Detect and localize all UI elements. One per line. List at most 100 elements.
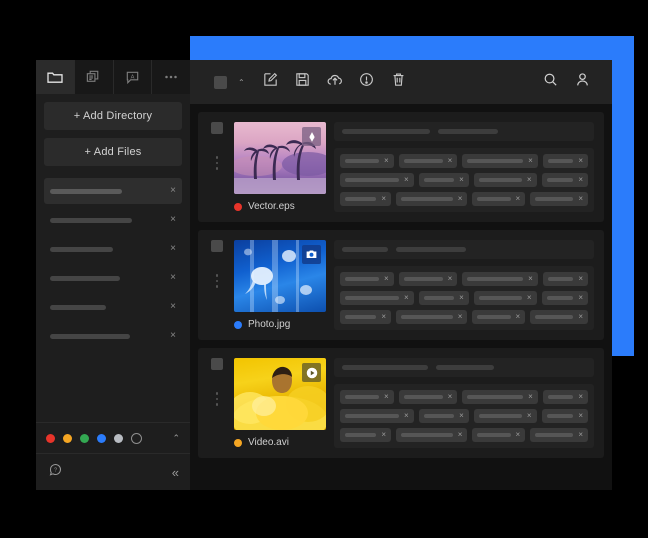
tag-chip[interactable]: ×	[340, 154, 394, 168]
tag-chip[interactable]: ×	[543, 390, 588, 404]
drag-handle-icon[interactable]	[216, 156, 219, 170]
drag-handle-icon[interactable]	[216, 274, 219, 288]
row-checkbox[interactable]	[211, 358, 223, 370]
tag-remove-button[interactable]: ×	[528, 157, 533, 165]
tag-chip[interactable]: ×	[340, 409, 414, 423]
tag-chip[interactable]: ×	[462, 154, 537, 168]
tag-chip[interactable]: ×	[474, 409, 537, 423]
tag-chip[interactable]: ×	[396, 310, 467, 324]
add-files-button[interactable]: + Add Files	[44, 138, 182, 166]
tag-chip[interactable]: ×	[340, 272, 394, 286]
tab-text[interactable]: A	[114, 60, 153, 94]
tag-remove-button[interactable]: ×	[448, 275, 453, 283]
tag-remove-button[interactable]: ×	[458, 431, 463, 439]
tag-remove-button[interactable]: ×	[516, 195, 521, 203]
tag-remove-button[interactable]: ×	[458, 195, 463, 203]
tag-remove-button[interactable]: ×	[578, 431, 583, 439]
list-item[interactable]: ×	[44, 207, 182, 233]
list-item-remove-button[interactable]: ×	[170, 273, 176, 283]
file-row[interactable]: Vector.eps××××××××××××	[198, 112, 604, 222]
tag-chip[interactable]: ×	[399, 272, 458, 286]
tag-chip[interactable]: ×	[340, 173, 414, 187]
tag-remove-button[interactable]: ×	[458, 313, 463, 321]
tag-chip[interactable]: ×	[419, 409, 469, 423]
tab-folder[interactable]	[36, 60, 75, 94]
file-thumbnail[interactable]	[234, 122, 326, 194]
tag-chip[interactable]: ×	[542, 291, 588, 305]
color-swatch-red[interactable]	[46, 434, 55, 443]
drag-handle-icon[interactable]	[216, 392, 219, 406]
collapse-panel-button[interactable]: «	[172, 465, 178, 480]
tag-remove-button[interactable]: ×	[459, 176, 464, 184]
list-item[interactable]: ×	[44, 294, 182, 320]
file-thumbnail[interactable]	[234, 358, 326, 430]
tag-chip[interactable]: ×	[340, 310, 391, 324]
list-item-remove-button[interactable]: ×	[170, 186, 176, 196]
tag-chip[interactable]: ×	[340, 192, 391, 206]
tag-chip[interactable]: ×	[530, 310, 588, 324]
tag-remove-button[interactable]: ×	[527, 176, 532, 184]
list-item-remove-button[interactable]: ×	[170, 244, 176, 254]
chevron-up-icon[interactable]: ⌃	[172, 433, 180, 444]
row-checkbox[interactable]	[211, 240, 223, 252]
tag-remove-button[interactable]: ×	[459, 294, 464, 302]
color-swatch-blue[interactable]	[97, 434, 106, 443]
tag-remove-button[interactable]: ×	[578, 294, 583, 302]
tag-remove-button[interactable]: ×	[384, 393, 389, 401]
list-item[interactable]: ×	[44, 323, 182, 349]
tag-remove-button[interactable]: ×	[448, 157, 453, 165]
tag-remove-button[interactable]: ×	[404, 176, 409, 184]
tag-chip[interactable]: ×	[399, 154, 458, 168]
tag-remove-button[interactable]: ×	[404, 294, 409, 302]
tag-remove-button[interactable]: ×	[459, 412, 464, 420]
tag-remove-button[interactable]: ×	[516, 431, 521, 439]
tag-chip[interactable]: ×	[543, 272, 588, 286]
tag-chip[interactable]: ×	[542, 173, 588, 187]
tag-remove-button[interactable]: ×	[578, 195, 583, 203]
tag-remove-button[interactable]: ×	[578, 393, 583, 401]
tag-chip[interactable]: ×	[396, 192, 467, 206]
tag-chip[interactable]: ×	[396, 428, 467, 442]
tag-chip[interactable]: ×	[340, 291, 414, 305]
file-row[interactable]: Video.avi××××××××××××	[198, 348, 604, 458]
tag-remove-button[interactable]: ×	[404, 412, 409, 420]
tag-remove-button[interactable]: ×	[384, 275, 389, 283]
tag-chip[interactable]: ×	[472, 192, 525, 206]
edit-button[interactable]	[255, 66, 287, 98]
list-item[interactable]: ×	[44, 265, 182, 291]
info-button[interactable]	[351, 66, 383, 98]
list-item-remove-button[interactable]: ×	[170, 215, 176, 225]
tag-chip[interactable]: ×	[419, 291, 469, 305]
tag-remove-button[interactable]: ×	[578, 157, 583, 165]
color-swatch-gray[interactable]	[114, 434, 123, 443]
add-directory-button[interactable]: + Add Directory	[44, 102, 182, 130]
tag-chip[interactable]: ×	[474, 291, 537, 305]
select-all-checkbox[interactable]	[204, 66, 236, 98]
tag-remove-button[interactable]: ×	[527, 412, 532, 420]
tag-remove-button[interactable]: ×	[516, 313, 521, 321]
tag-chip[interactable]: ×	[462, 390, 537, 404]
tag-remove-button[interactable]: ×	[528, 393, 533, 401]
tag-chip[interactable]: ×	[530, 428, 588, 442]
tag-remove-button[interactable]: ×	[578, 176, 583, 184]
file-row[interactable]: Photo.jpg××××××××××××	[198, 230, 604, 340]
tag-remove-button[interactable]: ×	[578, 275, 583, 283]
account-button[interactable]	[566, 66, 598, 98]
list-item-remove-button[interactable]: ×	[170, 331, 176, 341]
tag-chip[interactable]: ×	[472, 428, 525, 442]
tab-copies[interactable]	[75, 60, 114, 94]
tag-chip[interactable]: ×	[542, 409, 588, 423]
list-item[interactable]: ×	[44, 178, 182, 204]
tag-remove-button[interactable]: ×	[527, 294, 532, 302]
color-swatch-orange[interactable]	[63, 434, 72, 443]
tag-chip[interactable]: ×	[474, 173, 537, 187]
tag-remove-button[interactable]: ×	[381, 431, 386, 439]
tag-chip[interactable]: ×	[419, 173, 469, 187]
help-circle-icon[interactable]: ?	[48, 462, 63, 482]
tag-remove-button[interactable]: ×	[384, 157, 389, 165]
list-item-remove-button[interactable]: ×	[170, 302, 176, 312]
file-thumbnail[interactable]	[234, 240, 326, 312]
tag-remove-button[interactable]: ×	[448, 393, 453, 401]
tag-chip[interactable]: ×	[399, 390, 458, 404]
tag-remove-button[interactable]: ×	[578, 313, 583, 321]
